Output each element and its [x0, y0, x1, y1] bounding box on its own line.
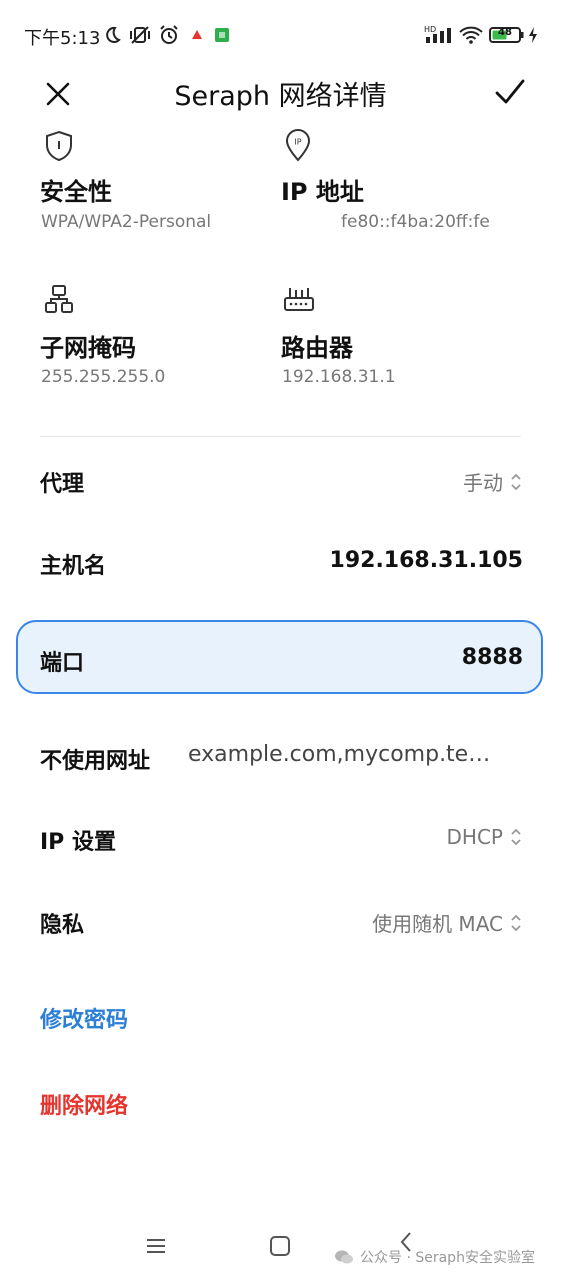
modify-password-link[interactable]: 修改密码 — [40, 1002, 128, 1034]
port-input[interactable]: 8888 — [462, 645, 523, 670]
signal-icon: HD — [424, 24, 454, 46]
privacy-label: 隐私 — [40, 913, 85, 938]
security-label: 安全性 — [40, 178, 112, 206]
router-value: 192.168.31.1 — [282, 367, 396, 387]
confirm-button[interactable] — [488, 70, 532, 114]
home-nav-button[interactable] — [262, 1228, 298, 1264]
charging-icon — [528, 24, 538, 46]
subnet-value: 255.255.255.0 — [41, 367, 166, 387]
check-icon — [495, 79, 525, 104]
svg-text:IP: IP — [294, 138, 301, 147]
router-icon — [283, 284, 315, 314]
privacy-value: 使用随机 MAC — [372, 912, 503, 936]
ip-label: IP 地址 — [281, 178, 364, 206]
home-icon — [270, 1236, 290, 1256]
bypass-label: 不使用网址 — [40, 749, 151, 774]
hd-label: HD — [424, 25, 437, 34]
battery-icon: 48 — [489, 24, 525, 46]
hostname-label: 主机名 — [40, 554, 107, 579]
ip-settings-selector[interactable]: DHCP — [447, 825, 523, 849]
menu-icon — [147, 1239, 165, 1253]
port-label: 端口 — [40, 651, 85, 676]
subnet-label: 子网掩码 — [40, 334, 136, 362]
app-notification-green-icon — [214, 24, 230, 46]
battery-level: 48 — [498, 27, 512, 38]
watermark-text: 公众号 · Seraph安全实验室 — [360, 1250, 535, 1266]
network-tree-icon — [44, 284, 74, 314]
moon-icon — [102, 24, 122, 46]
app-notification-icon — [191, 24, 203, 46]
vibrate-off-icon — [128, 24, 152, 46]
ip-pin-icon: IP — [284, 128, 312, 162]
privacy-selector[interactable]: 使用随机 MAC — [372, 908, 523, 937]
ip-settings-value: DHCP — [446, 825, 503, 849]
up-down-chevron-icon — [511, 914, 521, 931]
page-title: Seraph 网络详情 — [174, 81, 387, 112]
up-down-chevron-icon — [511, 473, 521, 490]
bypass-input[interactable]: example.com,mycomp.te… — [188, 742, 523, 767]
hostname-input[interactable]: 192.168.31.105 — [330, 548, 523, 573]
watermark: 公众号 · Seraph安全实验室 — [334, 1247, 535, 1267]
wechat-icon — [335, 1250, 353, 1264]
up-down-chevron-icon — [511, 828, 521, 846]
security-value: WPA/WPA2-Personal — [41, 212, 212, 232]
wifi-icon — [458, 24, 484, 46]
ip-settings-label: IP 设置 — [40, 830, 116, 855]
menu-nav-button[interactable] — [138, 1228, 174, 1264]
proxy-label: 代理 — [40, 472, 85, 497]
proxy-value: 手动 — [463, 471, 503, 495]
alarm-icon — [158, 24, 180, 46]
delete-network-link[interactable]: 删除网络 — [40, 1088, 128, 1120]
router-label: 路由器 — [281, 334, 353, 362]
shield-icon — [44, 130, 74, 162]
proxy-selector[interactable]: 手动 — [463, 467, 523, 496]
status-time: 下午5:13 — [24, 28, 101, 49]
divider — [40, 436, 521, 437]
ip-value: fe80::f4ba:20ff:fe — [341, 212, 490, 232]
